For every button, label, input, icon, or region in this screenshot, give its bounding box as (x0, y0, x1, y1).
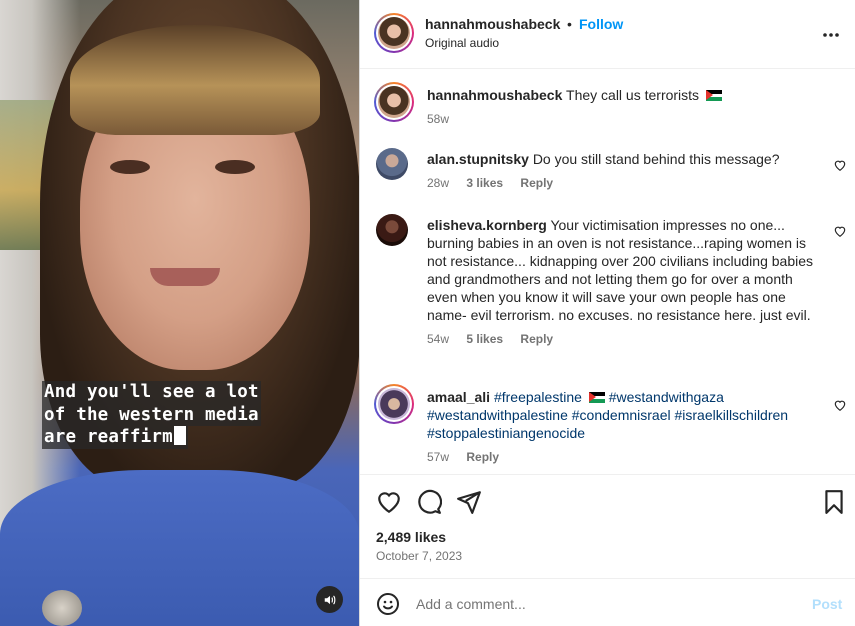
heart-icon[interactable] (833, 158, 847, 172)
comment-username[interactable]: elisheva.kornberg (427, 217, 547, 233)
like-icon[interactable] (376, 489, 402, 515)
comment-input[interactable] (416, 596, 796, 612)
palestine-flag-icon (705, 90, 722, 101)
caption-line-1: And you'll see a lot (42, 381, 261, 404)
reply-button[interactable]: Reply (520, 332, 553, 346)
comment-likes[interactable]: 3 likes (466, 176, 503, 190)
caption-line-2: of the western media (42, 403, 261, 426)
audio-label[interactable]: Original audio (425, 36, 499, 50)
commenter-avatar[interactable] (376, 214, 408, 246)
heart-icon[interactable] (833, 398, 847, 412)
author-username[interactable]: hannahmoushabeck (425, 16, 560, 32)
author-avatar-small[interactable] (374, 82, 414, 122)
caption-username[interactable]: hannahmoushabeck (427, 87, 562, 103)
reply-button[interactable]: Reply (520, 176, 553, 190)
hashtag-link[interactable]: #freepalestine (494, 389, 582, 405)
comment-username[interactable]: alan.stupnitsky (427, 151, 529, 167)
comment-time[interactable]: 54w (427, 332, 449, 346)
palestine-flag-icon (588, 392, 605, 403)
post-date[interactable]: October 7, 2023 (376, 549, 462, 563)
add-comment-bar: Post (360, 578, 855, 626)
post-button[interactable]: Post (812, 596, 842, 612)
emoji-icon[interactable] (376, 592, 400, 616)
commenter-avatar[interactable] (374, 384, 414, 424)
save-icon[interactable] (821, 489, 847, 515)
more-icon[interactable] (822, 22, 840, 43)
heart-icon[interactable] (833, 224, 847, 238)
commenter-avatar[interactable] (376, 148, 408, 180)
person-mouth (150, 268, 220, 286)
action-bar: 2,489 likes October 7, 2023 (360, 474, 855, 578)
person-eye-right (215, 160, 255, 174)
reel-video[interactable]: And you'll see a lot of the western medi… (0, 0, 359, 626)
caption-line-3: are reaffirm (42, 426, 188, 449)
video-caption: And you'll see a lot of the western medi… (42, 381, 261, 449)
reply-button[interactable]: Reply (466, 450, 499, 464)
caption-text: They call us terrorists (566, 87, 700, 103)
person-eye-left (110, 160, 150, 174)
speaker-icon[interactable] (316, 586, 343, 613)
person-bangs (70, 25, 320, 135)
author-avatar[interactable] (374, 13, 414, 53)
comments-list: hannahmoushabeck They call us terrorists… (360, 70, 855, 474)
separator-dot: • (567, 16, 572, 32)
comment-username[interactable]: amaal_ali (427, 389, 490, 405)
comment-text: Do you still stand behind this message? (532, 151, 780, 167)
comment-time[interactable]: 28w (427, 176, 449, 190)
follow-button[interactable]: Follow (579, 16, 623, 32)
caption-time[interactable]: 58w (427, 112, 449, 126)
comment-icon[interactable] (416, 489, 442, 515)
post-panel: hannahmoushabeck • Follow Original audio… (359, 0, 855, 626)
share-icon[interactable] (456, 489, 482, 515)
comment-likes[interactable]: 5 likes (466, 332, 503, 346)
comment-time[interactable]: 57w (427, 450, 449, 464)
shirt-button (42, 590, 82, 626)
post-header: hannahmoushabeck • Follow Original audio (360, 0, 855, 69)
likes-count[interactable]: 2,489 likes (376, 529, 446, 545)
